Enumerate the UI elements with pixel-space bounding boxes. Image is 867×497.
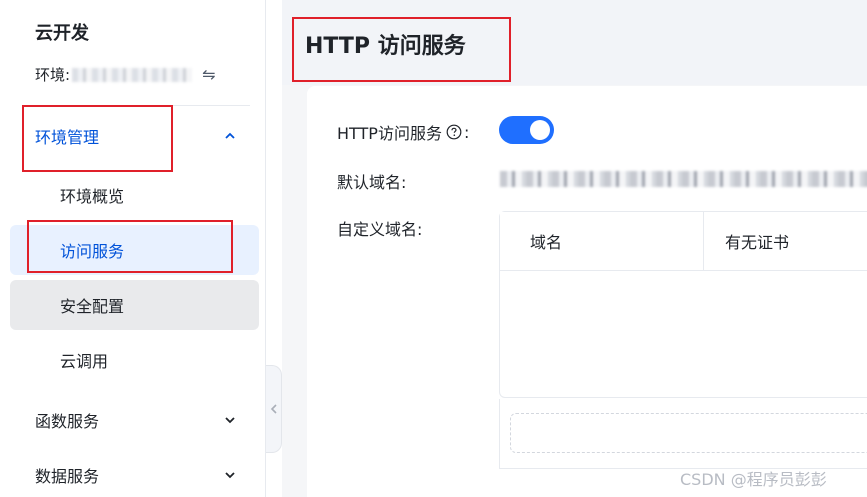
default-domain-label: 默认域名: — [337, 173, 407, 192]
environment-id-redacted — [72, 67, 193, 82]
chevron-left-icon — [270, 404, 277, 414]
sidebar-collapse-handle[interactable] — [266, 365, 282, 453]
sidebar-group-function-service[interactable]: 函数服务 — [22, 390, 252, 450]
http-service-label: HTTP访问服务 — [337, 124, 442, 143]
app-title: 云开发 — [35, 23, 89, 44]
column-header-certificate: 有无证书 — [725, 233, 790, 252]
sidebar-group-label: 数据服务 — [35, 467, 100, 486]
toggle-knob — [530, 120, 550, 140]
sidebar-group-data-service[interactable]: 数据服务 — [22, 445, 252, 497]
sidebar-group-label: 环境管理 — [35, 128, 100, 147]
add-domain-button[interactable] — [510, 413, 867, 453]
custom-domain-label: 自定义域名: — [337, 220, 423, 239]
sidebar-item-label: 安全配置 — [60, 297, 125, 316]
page-title: HTTP 访问服务 — [305, 34, 466, 59]
watermark: CSDN @程序员彭彭 — [680, 470, 827, 489]
sidebar-item-cloud-call[interactable]: 云调用 — [10, 335, 259, 385]
environment-selector[interactable]: 环境: ⇋ — [35, 64, 215, 85]
chevron-down-icon — [225, 417, 235, 424]
sidebar-item-access-service[interactable]: 访问服务 — [10, 225, 259, 275]
table-header-row: 域名 有无证书 — [500, 212, 867, 271]
sidebar-item-label: 访问服务 — [60, 242, 125, 261]
sidebar-item-label: 环境概览 — [60, 187, 125, 206]
sidebar-item-label: 云调用 — [60, 352, 109, 371]
default-domain-value-redacted — [500, 171, 867, 187]
chevron-up-icon — [225, 132, 235, 139]
help-icon[interactable] — [446, 124, 462, 140]
column-header-domain: 域名 — [500, 212, 704, 270]
chevron-down-icon — [225, 472, 235, 479]
sidebar-item-security-config[interactable]: 安全配置 — [10, 280, 259, 330]
sidebar-item-env-overview[interactable]: 环境概览 — [10, 170, 259, 220]
sidebar-group-env-management[interactable]: 环境管理 — [22, 106, 252, 166]
colon: : — [463, 122, 470, 142]
http-service-toggle[interactable] — [499, 116, 554, 144]
environment-label: 环境: — [35, 66, 71, 84]
switch-environment-icon[interactable]: ⇋ — [202, 65, 215, 84]
sidebar: 云开发 环境: ⇋ 环境管理 环境概览 访问服务 安全配置 云调用 函数服务 数… — [0, 0, 266, 497]
add-domain-row — [499, 399, 867, 469]
sidebar-group-label: 函数服务 — [35, 412, 100, 431]
http-service-field-label: HTTP访问服务 : — [337, 120, 469, 144]
custom-domain-table: 域名 有无证书 — [499, 211, 867, 398]
